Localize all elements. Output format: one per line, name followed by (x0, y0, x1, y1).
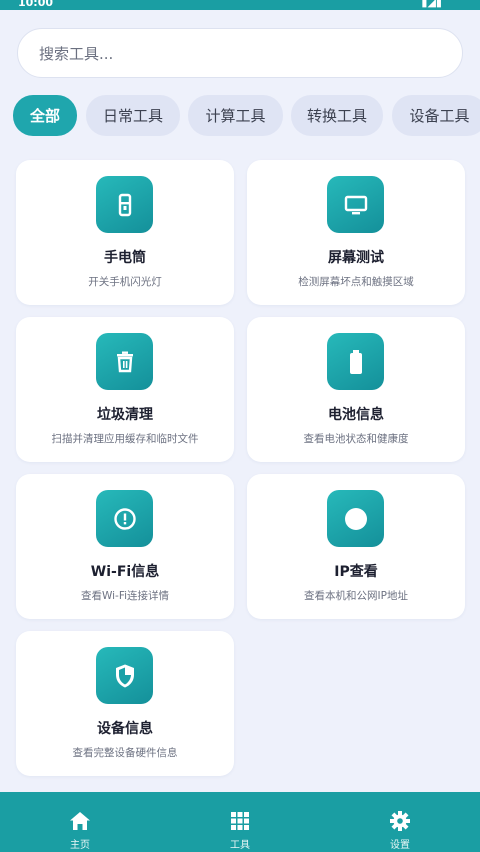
tool-card-device-info[interactable]: 设备信息 查看完整设备硬件信息 (16, 631, 234, 776)
tool-card-battery[interactable]: 电池信息 查看电池状态和健康度 (247, 317, 465, 462)
nav-item-settings[interactable]: 设置 (350, 792, 450, 852)
tool-desc: 检测屏幕坏点和触摸区域 (298, 276, 414, 288)
nav-item-home[interactable]: 主页 (30, 792, 130, 852)
tool-desc: 查看完整设备硬件信息 (72, 747, 178, 759)
battery-icon (327, 333, 384, 390)
tab-device-tools[interactable]: 设备工具 (392, 95, 480, 136)
status-bar: 10:00 ▮◢▮ (0, 0, 480, 10)
tool-card-ip-lookup[interactable]: IP查看 查看本机和公网IP地址 (247, 474, 465, 619)
tool-title: 垃圾清理 (97, 407, 153, 423)
category-tabs: 全部 日常工具 计算工具 转换工具 设备工具 (13, 95, 480, 137)
nav-item-tools[interactable]: 工具 (190, 792, 290, 852)
nav-label: 工具 (230, 840, 250, 851)
search-placeholder: 搜索工具... (39, 44, 114, 63)
flashlight-icon (96, 176, 153, 233)
monitor-icon (327, 176, 384, 233)
tab-label: 日常工具 (102, 107, 163, 125)
tab-label: 设备工具 (409, 107, 470, 125)
tool-title: 手电筒 (104, 250, 146, 266)
nav-label: 主页 (70, 840, 90, 851)
tab-label: 全部 (29, 107, 60, 125)
tab-convert-tools[interactable]: 转换工具 (291, 95, 383, 136)
tab-daily-tools[interactable]: 日常工具 (86, 95, 180, 136)
tab-calc-tools[interactable]: 计算工具 (188, 95, 283, 136)
bottom-nav: 主页 工具 设置 (0, 792, 480, 852)
tab-all[interactable]: 全部 (13, 95, 77, 136)
tool-card-screen-test[interactable]: 屏幕测试 检测屏幕坏点和触摸区域 (247, 160, 465, 305)
tool-desc: 查看Wi-Fi连接详情 (80, 590, 170, 602)
gear-icon (390, 811, 410, 831)
tab-label: 转换工具 (306, 107, 367, 125)
search-input[interactable]: 搜索工具... (17, 28, 463, 78)
nav-label: 设置 (390, 840, 410, 851)
status-time: 10:00 (18, 0, 54, 9)
tool-card-wifi-info[interactable]: Wi-Fi信息 查看Wi-Fi连接详情 (16, 474, 234, 619)
tool-desc: 开关手机闪光灯 (88, 276, 162, 288)
signal-icon: ▮◢▮ (421, 0, 442, 9)
tool-title: 屏幕测试 (328, 250, 384, 266)
tool-title: 电池信息 (328, 407, 384, 423)
tool-card-flashlight[interactable]: 手电筒 开关手机闪光灯 (16, 160, 234, 305)
circle-icon (327, 490, 384, 547)
tab-label: 计算工具 (205, 107, 266, 125)
grid-icon (231, 812, 249, 830)
home-icon (70, 812, 90, 830)
shield-icon (96, 647, 153, 704)
info-icon (96, 490, 153, 547)
tool-card-junk-clean[interactable]: 垃圾清理 扫描并清理应用缓存和临时文件 (16, 317, 234, 462)
tool-desc: 查看本机和公网IP地址 (304, 590, 408, 602)
tool-title: IP查看 (334, 564, 378, 580)
tool-desc: 查看电池状态和健康度 (303, 433, 409, 445)
tool-desc: 扫描并清理应用缓存和临时文件 (51, 433, 199, 445)
tool-title: 设备信息 (97, 721, 153, 737)
trash-icon (96, 333, 153, 390)
tool-title: Wi-Fi信息 (90, 564, 160, 580)
